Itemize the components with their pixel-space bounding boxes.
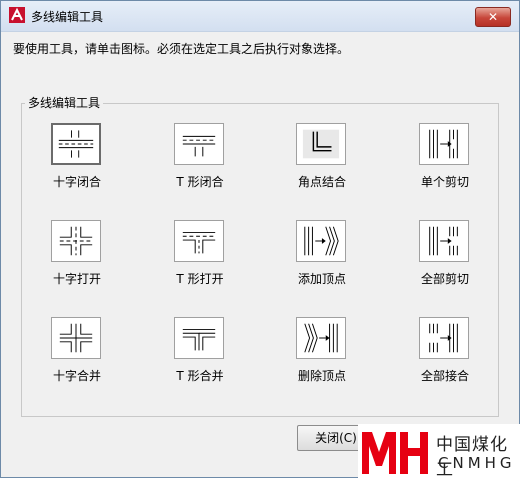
open-tee-icon[interactable] — [174, 220, 224, 262]
tool-label: 单个剪切 — [420, 175, 469, 189]
window-close-button[interactable]: ✕ — [475, 7, 511, 27]
cut-single-icon[interactable] — [419, 123, 469, 165]
watermark-text-en: CNMHG — [438, 454, 516, 472]
closed-tee-icon[interactable] — [174, 123, 224, 165]
merged-tee-icon[interactable] — [174, 317, 224, 359]
watermark: 中国煤化工 CNMHG — [358, 424, 520, 480]
closed-cross-icon[interactable] — [51, 123, 101, 165]
open-cross-icon[interactable] — [51, 220, 101, 262]
tool-label: T 形闭合 — [176, 175, 224, 189]
tool-open-cross[interactable]: 十字打开 — [27, 220, 127, 286]
tool-label: T 形合并 — [176, 369, 224, 383]
tool-add-vertex[interactable]: 添加顶点 — [272, 220, 372, 286]
delete-vertex-icon[interactable] — [296, 317, 346, 359]
tool-corner-joint[interactable]: 角点结合 — [272, 123, 372, 189]
multiline-edit-dialog: 多线编辑工具 ✕ 要使用工具，请单击图标。必须在选定工具之后执行对象选择。 多线… — [0, 0, 520, 478]
tool-label: 删除顶点 — [297, 369, 346, 383]
window-title: 多线编辑工具 — [31, 10, 104, 24]
tool-label: 角点结合 — [297, 175, 346, 189]
add-vertex-icon[interactable] — [296, 220, 346, 262]
tool-cut-all[interactable]: 全部剪切 — [395, 220, 495, 286]
tool-cut-single[interactable]: 单个剪切 — [395, 123, 495, 189]
tool-closed-cross[interactable]: 十字闭合 — [27, 123, 127, 189]
tool-label: 十字闭合 — [52, 175, 101, 189]
tool-label: 添加顶点 — [297, 272, 346, 286]
tool-closed-tee[interactable]: T 形闭合 — [150, 123, 250, 189]
tool-label: 全部接合 — [420, 369, 469, 383]
tool-label: T 形打开 — [176, 272, 224, 286]
tool-label: 十字合并 — [52, 369, 101, 383]
tool-weld-all[interactable]: 全部接合 — [395, 317, 495, 383]
tool-label: 全部剪切 — [420, 272, 469, 286]
tool-merged-tee[interactable]: T 形合并 — [150, 317, 250, 383]
tool-delete-vertex[interactable]: 删除顶点 — [272, 317, 372, 383]
tool-label: 十字打开 — [52, 272, 101, 286]
tools-group-label: 多线编辑工具 — [25, 94, 104, 111]
instruction-text: 要使用工具，请单击图标。必须在选定工具之后执行对象选择。 — [13, 42, 350, 56]
cut-all-icon[interactable] — [419, 220, 469, 262]
title-bar[interactable]: 多线编辑工具 ✕ — [1, 1, 519, 32]
autocad-logo-icon — [9, 7, 25, 23]
weld-all-icon[interactable] — [419, 317, 469, 359]
tool-open-tee[interactable]: T 形打开 — [150, 220, 250, 286]
merged-cross-icon[interactable] — [51, 317, 101, 359]
corner-joint-icon[interactable] — [296, 123, 346, 165]
tool-merged-cross[interactable]: 十字合并 — [27, 317, 127, 383]
